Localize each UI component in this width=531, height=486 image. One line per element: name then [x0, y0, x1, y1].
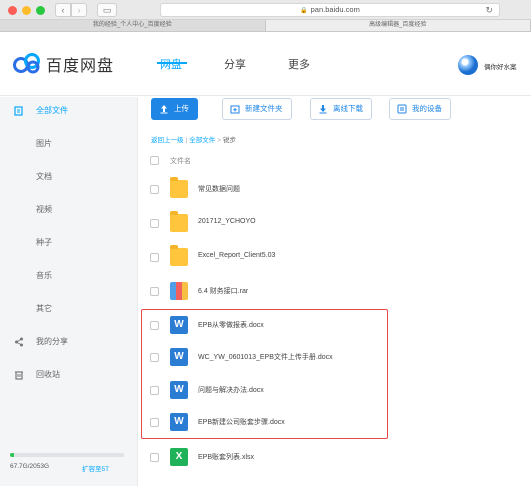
upload-icon — [160, 105, 168, 114]
back-arrow-icon[interactable]: ‹ — [55, 3, 71, 17]
select-all-checkbox[interactable] — [150, 156, 159, 165]
sidebar-item-documents[interactable]: 文档 — [0, 167, 138, 187]
nav-netdisk[interactable]: 网盘 — [160, 56, 182, 72]
breadcrumb-back-link[interactable]: 返回上一级 — [151, 137, 184, 144]
file-row[interactable]: Excel_Report_Client5.03 — [140, 241, 531, 274]
sidebar-item-label: 全部文件 — [36, 106, 68, 115]
trash-icon — [15, 371, 23, 380]
sidebar-item-label: 我的分享 — [36, 337, 68, 346]
new-folder-icon — [230, 105, 240, 114]
expand-storage-link[interactable]: 扩容至5T — [82, 463, 109, 473]
sidebar-item-torrents[interactable]: 种子 — [0, 233, 138, 253]
new-folder-button[interactable]: 新建文件夹 — [222, 98, 292, 120]
share-icon — [15, 337, 23, 347]
file-row[interactable]: X EPB账套列表.xlsx — [140, 441, 531, 474]
file-row[interactable]: 6.4 财务接口.rar — [140, 275, 531, 308]
sidebar-item-videos[interactable]: 视频 — [0, 200, 138, 220]
baidu-netdisk-logo-icon[interactable] — [12, 52, 42, 74]
file-name[interactable]: 201712_YCHOYO — [198, 218, 256, 225]
sidebar-item-images[interactable]: 图片 — [0, 134, 138, 154]
brand-name: 百度网盘 — [46, 58, 115, 75]
row-checkbox[interactable] — [150, 453, 159, 462]
zoom-window-button[interactable] — [36, 6, 45, 15]
sidebar-item-music[interactable]: 音乐 — [0, 266, 138, 286]
storage-progress-bar — [10, 453, 124, 457]
sidebar: 全部文件 图片 文档 视频 种子 音乐 其它 我的分享 回收站 67.7G/20… — [0, 97, 138, 486]
lock-icon: 🔒 — [300, 8, 308, 14]
sidebar-toggle-icon[interactable]: ▭ — [97, 3, 117, 17]
sidebar-item-all-files[interactable]: 全部文件 — [0, 101, 138, 121]
forward-arrow-icon[interactable]: › — [71, 3, 87, 17]
browser-tab[interactable]: 我的经验_个人中心_百度经验 — [0, 20, 266, 31]
sidebar-item-label: 其它 — [36, 304, 52, 313]
row-checkbox[interactable] — [150, 185, 159, 194]
breadcrumb-all-files-link[interactable]: 全部文件 — [189, 137, 215, 144]
file-row[interactable]: 常见数据问题 — [140, 173, 531, 206]
sidebar-item-label: 种子 — [36, 238, 52, 247]
storage-usage-text: 67.7G/2053G — [10, 463, 50, 470]
folder-icon — [170, 211, 188, 232]
username[interactable]: 偶你好水案 — [484, 61, 517, 71]
address-bar[interactable]: 🔒 pan.baidu.com ↻ — [160, 3, 500, 17]
upload-button[interactable]: 上传 — [151, 98, 198, 120]
browser-tabs: 我的经验_个人中心_百度经验 高级编辑器_百度经验 — [0, 20, 531, 32]
nav-share[interactable]: 分享 — [224, 56, 246, 72]
annotation-highlight-box — [141, 309, 388, 439]
sidebar-item-label: 图片 — [36, 139, 52, 148]
row-checkbox[interactable] — [150, 219, 159, 228]
file-name[interactable]: 6.4 财务接口.rar — [198, 286, 248, 296]
offline-download-label: 离线下载 — [333, 104, 363, 113]
browser-toolbar: ‹ › ▭ 🔒 pan.baidu.com ↻ — [0, 0, 531, 20]
url-text: pan.baidu.com — [310, 5, 360, 14]
folder-icon — [170, 245, 188, 266]
files-icon — [14, 106, 23, 116]
file-name[interactable]: EPB账套列表.xlsx — [198, 452, 254, 462]
file-name[interactable]: 常见数据问题 — [198, 184, 240, 194]
sidebar-item-label: 音乐 — [36, 271, 52, 280]
file-row[interactable]: 201712_YCHOYO — [140, 207, 531, 240]
sidebar-item-my-shares[interactable]: 我的分享 — [0, 332, 138, 352]
reload-icon[interactable]: ↻ — [485, 4, 493, 16]
active-nav-indicator — [157, 62, 187, 64]
folder-icon — [170, 177, 188, 198]
breadcrumb-separator: > — [217, 137, 221, 144]
my-devices-button[interactable]: 我的设备 — [389, 98, 451, 120]
device-icon — [397, 104, 407, 114]
file-name[interactable]: Excel_Report_Client5.03 — [198, 252, 275, 259]
sidebar-item-label: 回收站 — [36, 370, 60, 379]
breadcrumb-separator: | — [185, 137, 188, 144]
my-devices-label: 我的设备 — [412, 104, 442, 113]
archive-icon — [170, 282, 188, 300]
row-checkbox[interactable] — [150, 253, 159, 262]
browser-tab[interactable]: 高级编辑器_百度经验 — [265, 20, 531, 31]
offline-download-button[interactable]: 离线下载 — [310, 98, 372, 120]
download-icon — [319, 105, 327, 114]
storage-progress-fill — [10, 453, 14, 457]
sidebar-item-label: 视频 — [36, 205, 52, 214]
excel-sheet-icon: X — [170, 448, 188, 466]
sidebar-item-recycle-bin[interactable]: 回收站 — [0, 365, 138, 385]
close-window-button[interactable] — [8, 6, 17, 15]
column-header-filename[interactable]: 文件名 — [170, 156, 191, 166]
breadcrumb-current: 锐步 — [223, 137, 236, 144]
upload-label: 上传 — [174, 104, 189, 113]
nav-more[interactable]: 更多 — [288, 56, 310, 72]
minimize-window-button[interactable] — [22, 6, 31, 15]
avatar[interactable] — [458, 55, 478, 75]
sidebar-item-label: 文档 — [36, 172, 52, 181]
sidebar-item-other[interactable]: 其它 — [0, 299, 138, 319]
breadcrumb: 返回上一级 | 全部文件 > 锐步 — [151, 134, 236, 144]
app-header: 百度网盘 网盘 分享 更多 偶你好水案 — [0, 32, 531, 96]
new-folder-label: 新建文件夹 — [245, 104, 283, 113]
row-checkbox[interactable] — [150, 287, 159, 296]
